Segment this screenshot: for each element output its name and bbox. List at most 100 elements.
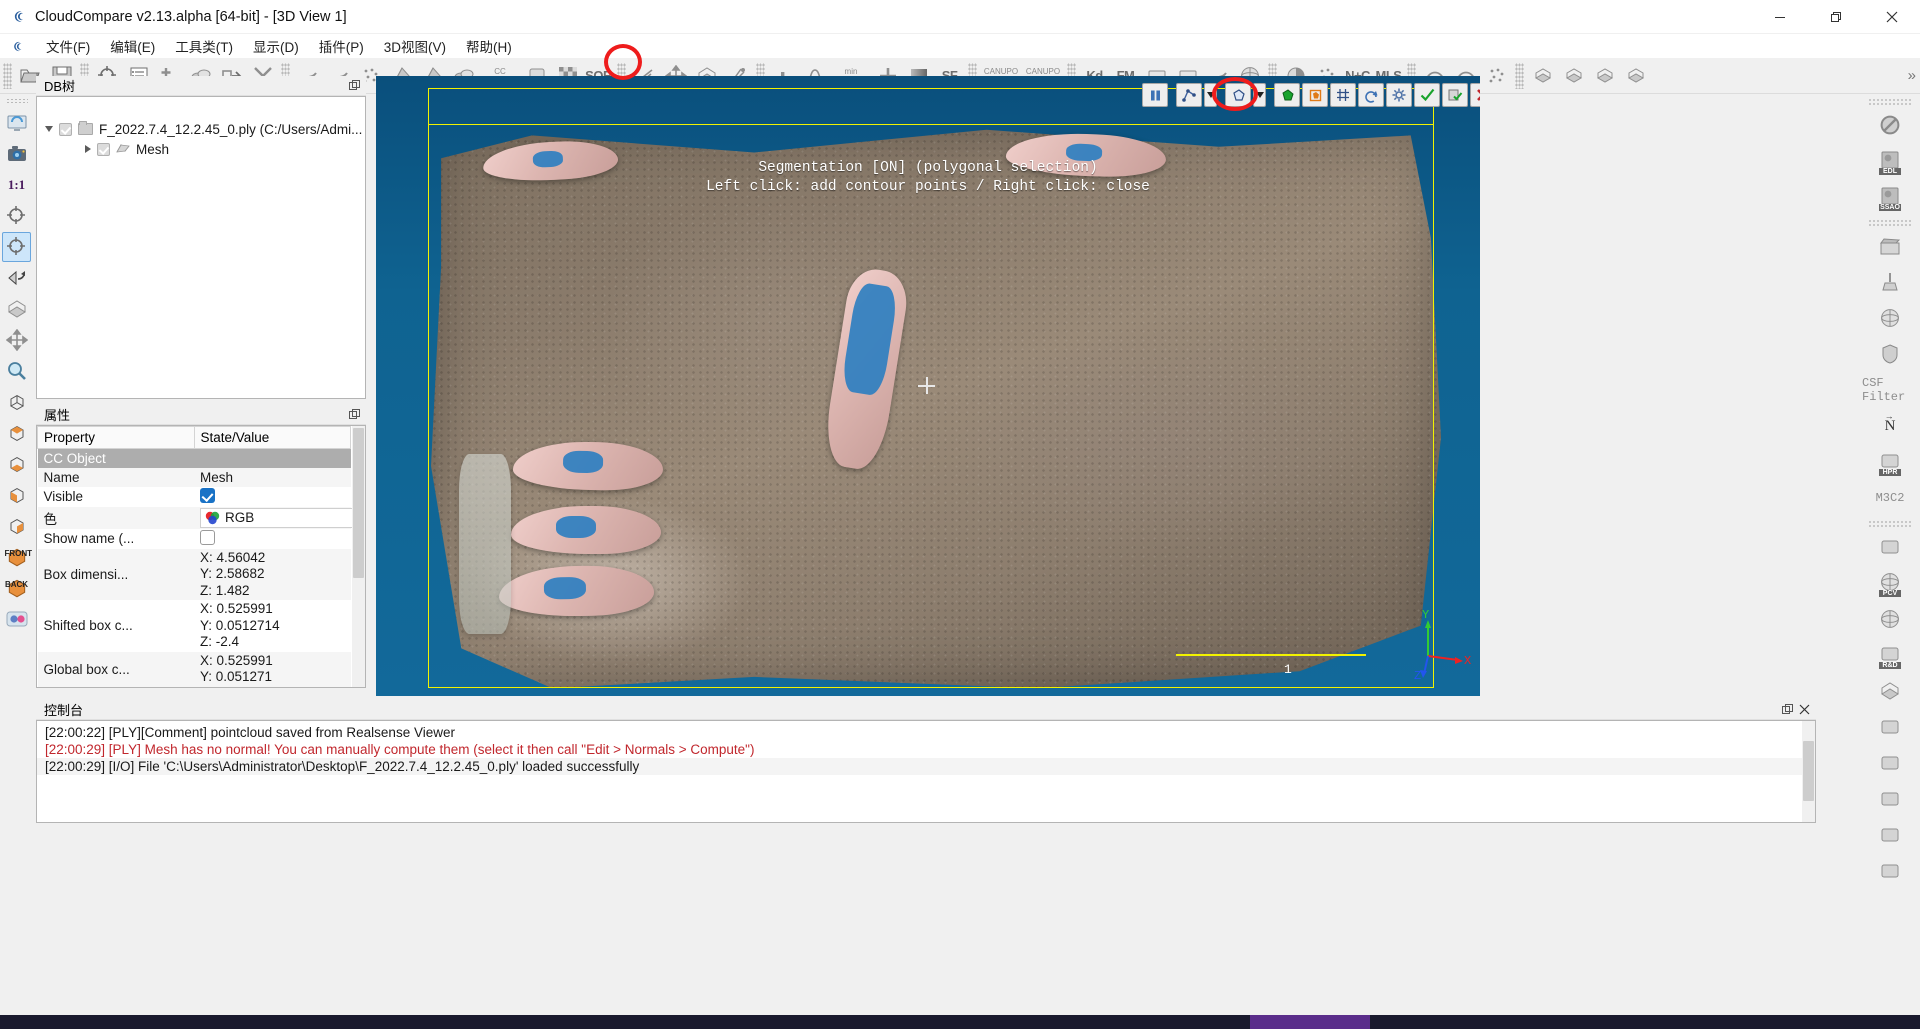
- table-row[interactable]: Box dimensi... X: 4.56042 Y: 2.58682 Z: …: [37, 548, 351, 600]
- visible-checkbox[interactable]: [200, 487, 215, 503]
- layers-button[interactable]: [1867, 709, 1913, 745]
- zoom-one-to-one-button[interactable]: 1:1: [2, 170, 31, 200]
- auto-pivot-button[interactable]: [2, 232, 31, 262]
- float-dock-icon[interactable]: [1782, 704, 1793, 715]
- zoom-global-button[interactable]: [2, 356, 31, 386]
- ruler-button[interactable]: [1867, 853, 1913, 889]
- minimize-button[interactable]: [1752, 0, 1808, 34]
- sphere-fit-button[interactable]: [1867, 601, 1913, 637]
- jsonrpc-button[interactable]: [1867, 817, 1913, 853]
- toolbar-drag-handle[interactable]: [3, 62, 12, 89]
- ssao-shader-button[interactable]: SSAO: [1867, 179, 1913, 215]
- right-toolbar-drag-handle[interactable]: [1868, 219, 1912, 226]
- poisson-recon-button[interactable]: PCV: [1867, 565, 1913, 601]
- confirm-segmentation-button[interactable]: [1414, 83, 1440, 107]
- tree-node-mesh[interactable]: Mesh: [37, 139, 365, 159]
- toolbar-drag-handle[interactable]: [1515, 62, 1524, 89]
- view-bottom-button[interactable]: [2, 449, 31, 479]
- right-toolbar-drag-handle[interactable]: [1868, 98, 1912, 105]
- segment-out-button[interactable]: [1302, 83, 1328, 107]
- menu-display[interactable]: 显示(D): [243, 34, 309, 58]
- visibility-checkbox[interactable]: [97, 142, 110, 156]
- float-dock-icon[interactable]: [349, 409, 360, 420]
- stereo-mode-button[interactable]: [2, 604, 31, 634]
- edl-shader-button[interactable]: EDL: [1867, 143, 1913, 179]
- view-top-button[interactable]: [2, 418, 31, 448]
- ellipse-fit-button[interactable]: [1867, 745, 1913, 781]
- hpr-button[interactable]: HPR: [1867, 444, 1913, 480]
- properties-dock-buttons[interactable]: [349, 409, 366, 420]
- console-scrollbar[interactable]: [1802, 721, 1815, 822]
- close-button[interactable]: [1864, 0, 1920, 34]
- menu-tools[interactable]: 工具类(T): [165, 34, 243, 58]
- menu-help[interactable]: 帮助(H): [456, 34, 522, 58]
- animation-button[interactable]: [1867, 228, 1913, 264]
- view-back-button[interactable]: BACK: [2, 573, 31, 603]
- expand-arrow-icon[interactable]: [45, 126, 53, 132]
- collapse-arrow-icon[interactable]: [85, 145, 91, 153]
- taskbar-active-window[interactable]: [1250, 1015, 1370, 1029]
- cube-wire-button[interactable]: [2, 387, 31, 417]
- table-row[interactable]: Visible: [38, 487, 351, 507]
- pivot-visibility-button[interactable]: [2, 325, 31, 355]
- density-button[interactable]: [1481, 60, 1512, 91]
- clear-segmentation-button[interactable]: [1330, 83, 1356, 107]
- polygonal-selection-dropdown[interactable]: [1253, 83, 1266, 107]
- close-icon[interactable]: [1799, 704, 1810, 715]
- compass-button[interactable]: [1867, 300, 1913, 336]
- toggle-perspective-button[interactable]: [2, 263, 31, 293]
- view-right-button[interactable]: [2, 511, 31, 541]
- view-front-button[interactable]: FRONT: [2, 542, 32, 572]
- menu-file[interactable]: 文件(F): [36, 34, 100, 58]
- polygonal-selection-button[interactable]: [1225, 83, 1251, 107]
- table-row[interactable]: 色 RGB: [37, 506, 365, 529]
- maximize-restore-button[interactable]: [1808, 0, 1864, 34]
- confirm-and-delete-button[interactable]: [1442, 83, 1468, 107]
- show-name-checkbox[interactable]: [200, 529, 215, 545]
- left-toolbar-drag-handle[interactable]: [5, 98, 28, 105]
- table-row[interactable]: Name Mesh: [37, 467, 351, 487]
- tunnel-button[interactable]: [1867, 781, 1913, 817]
- set-pivot-button[interactable]: [2, 201, 31, 231]
- toolbar-overflow-button[interactable]: »: [1908, 67, 1916, 84]
- undo-segmentation-button[interactable]: [1358, 83, 1384, 107]
- right-toolbar-drag-handle[interactable]: [1868, 520, 1912, 527]
- m3c2-button[interactable]: M3C2: [1861, 480, 1919, 516]
- no-shader-button[interactable]: [1867, 107, 1913, 143]
- table-row[interactable]: Show name (...: [38, 529, 351, 549]
- menu-edit[interactable]: 编辑(E): [100, 34, 165, 58]
- color-source-select[interactable]: RGB: [200, 507, 365, 528]
- render-back-button[interactable]: [1620, 60, 1651, 91]
- view-left-button[interactable]: [2, 480, 31, 510]
- shield-filter-button[interactable]: [1867, 336, 1913, 372]
- qhull-button[interactable]: [1867, 529, 1913, 565]
- visibility-checkbox[interactable]: [59, 122, 72, 136]
- table-row[interactable]: Shifted box c... X: 0.525991 Y: 0.051271…: [38, 600, 351, 652]
- menu-plugins[interactable]: 插件(P): [309, 34, 374, 58]
- rgb-convert-button[interactable]: R&D: [1867, 637, 1913, 673]
- snapshot-button[interactable]: [2, 139, 31, 169]
- menu-3dviews[interactable]: 3D视图(V): [374, 34, 456, 58]
- segmentation-settings-button[interactable]: [1386, 83, 1412, 107]
- segmentation-mode-dropdown[interactable]: [1204, 83, 1217, 107]
- float-dock-icon[interactable]: [349, 80, 360, 91]
- normal-vector-button[interactable]: N →: [1867, 408, 1913, 444]
- properties-scrollbar[interactable]: [352, 426, 365, 687]
- render-iso-button[interactable]: [1558, 60, 1589, 91]
- render-front-button[interactable]: [1527, 60, 1558, 91]
- segmentation-mode-button[interactable]: [1176, 83, 1202, 107]
- viewing-mode-button[interactable]: [2, 294, 31, 324]
- csf-filter-button[interactable]: CSF Filter: [1861, 372, 1919, 408]
- render-side-button[interactable]: [1589, 60, 1620, 91]
- 3d-view-canvas[interactable]: Segmentation [ON] (polygonal selection) …: [376, 76, 1480, 696]
- db-tree-dock-buttons[interactable]: [349, 80, 366, 91]
- pause-segmentation-button[interactable]: [1142, 83, 1168, 107]
- cork-boolean-button[interactable]: [1867, 673, 1913, 709]
- tree-node-file[interactable]: F_2022.7.4_12.2.45_0.ply (C:/Users/Admi.…: [37, 119, 365, 139]
- segment-in-button[interactable]: [1274, 83, 1300, 107]
- broom-cleaner-button[interactable]: [1867, 264, 1913, 300]
- full-screen-button[interactable]: [2, 108, 31, 138]
- console-dock-buttons[interactable]: [1782, 704, 1816, 715]
- cancel-segmentation-button[interactable]: [1470, 83, 1480, 107]
- table-row[interactable]: Global box c... X: 0.525991 Y: 0.051271: [37, 651, 351, 687]
